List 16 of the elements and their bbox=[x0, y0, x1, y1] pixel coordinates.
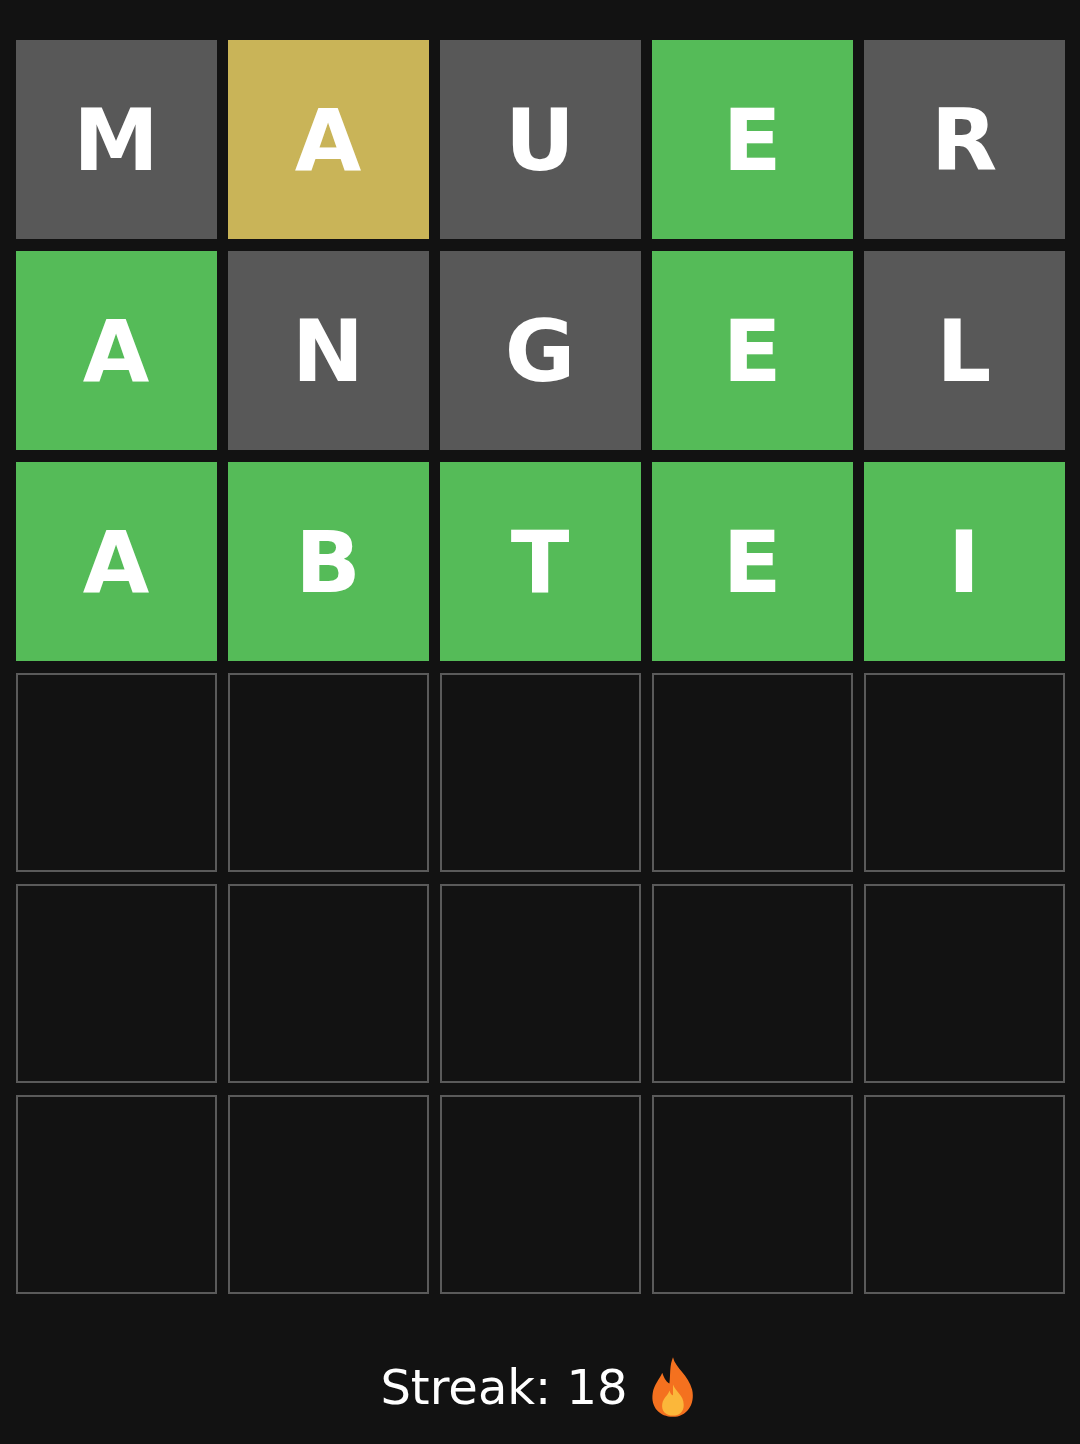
letter-tile: A bbox=[15, 462, 217, 661]
letter-tile: U bbox=[439, 40, 641, 239]
letter-tile: B bbox=[227, 462, 429, 661]
letter-tile: E bbox=[651, 462, 853, 661]
letter-tile: L bbox=[863, 251, 1065, 450]
letter-tile: R bbox=[863, 40, 1065, 239]
letter-tile: I bbox=[863, 462, 1065, 661]
letter-tile: A bbox=[227, 40, 429, 239]
letter-tile: T bbox=[439, 462, 641, 661]
letter-tile: N bbox=[227, 251, 429, 450]
streak-counter: Streak: 18 bbox=[380, 1359, 628, 1415]
letter-tile: M bbox=[15, 40, 217, 239]
letter-tile: E bbox=[651, 40, 853, 239]
letter-tile: A bbox=[15, 251, 217, 450]
letter-tile: E bbox=[651, 251, 853, 450]
letter-tile: G bbox=[439, 251, 641, 450]
